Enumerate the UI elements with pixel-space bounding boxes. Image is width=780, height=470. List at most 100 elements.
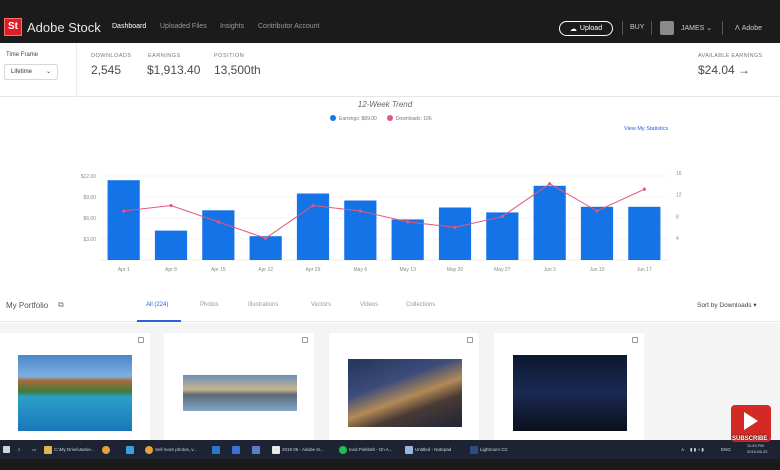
taskbar-app-adobe-stock[interactable]: 2019 06 - Adobe st... [272,444,324,455]
downloads-point [122,209,126,213]
x-tick-label: Apr 22 [258,267,273,273]
y2-tick-label: 12 [676,193,682,199]
x-tick-label: May 27 [494,267,511,273]
legend-earnings[interactable]: Earnings: $89.00 [330,115,377,122]
x-tick-label: May 6 [354,267,368,273]
bridge-night-photo [348,359,462,427]
cloud-upload-icon: ☁ [569,25,577,33]
nav-divider [651,21,652,35]
taskbar-app-browser[interactable]: Sell more photos, v... [145,444,197,455]
nav-contributor-account[interactable]: Contributor Account [258,23,319,30]
x-tick-label: Apr 1 [118,267,130,273]
user-menu[interactable]: JAMES ⌄ [681,24,712,32]
timeframe-value: Lifetime [11,69,33,75]
nav-uploaded-files[interactable]: Uploaded Files [160,23,207,30]
taskbar-app-lightroom[interactable]: Lightroom CC [470,444,508,455]
stats-bar: Time Frame Lifetime ⌄ DOWNLOADS 2,545 EA… [0,43,780,97]
clock[interactable]: 11:53 PM 2019-06-22 [747,443,767,455]
tray-chevron-up-icon[interactable]: ∧ [681,447,684,453]
nav-dashboard[interactable]: Dashboard [112,23,146,30]
portfolio-title: My Portfolio [6,301,49,310]
nav-divider [622,21,623,35]
tab-all[interactable]: All (224) [146,302,168,308]
tab-videos[interactable]: Videos [360,302,378,308]
x-tick-label: Apr 8 [165,267,177,273]
taskbar-app-spotify[interactable]: Iced Pinkbelt - On A... [339,444,393,455]
downloads-point [548,182,552,186]
y2-tick-label: 8 [676,214,679,220]
downloads-point [216,220,220,224]
tab-illustrations[interactable]: Illustrations [248,302,278,308]
downloads-point [500,214,504,219]
position-label: POSITION [214,53,245,59]
y-tick-label: $12.00 [81,174,97,180]
x-tick-label: Jun 10 [589,267,604,273]
chevron-down-icon: ⌄ [706,25,713,32]
avatar[interactable] [660,21,674,35]
downloads-label: DOWNLOADS [91,53,132,59]
downloads-point [406,220,410,224]
language-indicator[interactable]: ENG [721,447,731,452]
outlook-icon[interactable] [212,444,220,455]
downloads-line [123,183,645,239]
downloads-point [311,203,315,208]
external-link-icon[interactable]: ⧉ [58,300,64,310]
timeframe-label: Time Frame [6,52,39,58]
adobe-stock-window: St Adobe Stock Dashboard Uploaded Files … [0,12,780,440]
bar-earnings [533,185,566,260]
earnings-value: $1,913.40 [147,63,201,77]
upload-button[interactable]: ☁ Upload [559,21,613,36]
top-nav: St Adobe Stock Dashboard Uploaded Files … [0,12,780,43]
app-icon[interactable] [232,444,240,455]
search-icon[interactable]: ⌕ [18,444,21,455]
chevron-down-icon: ⌄ [45,69,51,75]
tab-vectors[interactable]: Vectors [311,302,331,308]
select-checkbox[interactable] [632,337,638,343]
bar-earnings [154,230,188,260]
mountain-lake-photo [18,355,132,431]
adobe-logo[interactable]: ᐱ Adobe [735,24,762,32]
taskbar-app-notepad[interactable]: Untitled - Notepad [405,444,451,455]
y2-tick-label: 4 [676,236,679,242]
select-checkbox[interactable] [467,337,473,343]
earnings-label: EARNINGS [148,53,181,59]
windows-taskbar: ⌕ ▭ C:\My Drive\Jamie... Sell more photo… [0,440,780,459]
view-statistics-link[interactable]: View My Statistics [624,126,668,132]
bar-earnings [296,193,330,260]
y-tick-label: $3.00 [83,237,96,243]
portfolio-item[interactable] [164,333,314,440]
adobe-stock-logo[interactable]: St [4,18,22,36]
bar-earnings [580,206,614,260]
upload-label: Upload [579,25,603,32]
twelve-week-trend-chart: $3.00 $6.00 $9.00 $12.00 4 8 12 16 Apr 1 Apr 8 Apr… [81,171,682,273]
taskbar-app-explorer[interactable]: C:\My Drive\Jamie... [44,444,95,455]
x-tick-label: May 13 [399,267,416,273]
nav-insights[interactable]: Insights [220,23,244,30]
nav-divider [722,21,723,35]
legend-downloads[interactable]: Downloads: 106 [386,115,432,122]
buy-link[interactable]: BUY [630,24,644,31]
play-icon [744,412,758,430]
portfolio-item[interactable] [0,333,150,440]
x-tick-label: Jun 17 [637,267,652,273]
task-view-icon[interactable]: ▭ [32,444,36,455]
y2-tick-label: 16 [676,171,682,177]
windows-start-button[interactable] [3,444,10,455]
downloads-point [453,225,457,229]
portfolio-grid [0,323,780,440]
app-icon[interactable] [252,444,260,455]
brand-name[interactable]: Adobe Stock [27,20,101,35]
portfolio-item[interactable] [329,333,479,440]
portfolio-item[interactable] [494,333,644,440]
tab-collections[interactable]: Collections [406,302,435,308]
chrome-icon[interactable] [102,444,110,455]
tab-photos[interactable]: Photos [200,302,219,308]
available-earnings-value[interactable]: $24.04 → [698,63,750,77]
tray-icons: ▮ ▮ ◖ ▮ [690,447,704,452]
downloads-point [358,209,362,213]
select-checkbox[interactable] [302,337,308,343]
sort-dropdown[interactable]: Sort by Downloads ▾ [697,301,757,309]
app-icon[interactable] [126,444,134,455]
timeframe-select[interactable]: Lifetime ⌄ [4,64,58,80]
select-checkbox[interactable] [138,337,144,343]
